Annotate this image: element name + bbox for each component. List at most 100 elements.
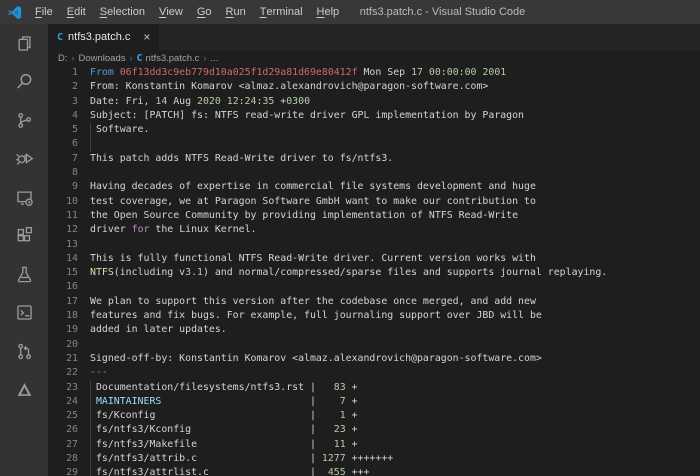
breadcrumb-item[interactable]: Cntfs3.patch.c [137, 53, 200, 64]
code-line[interactable]: 10 test coverage, we at Paragon Software … [48, 195, 700, 209]
code-line[interactable]: 17We plan to support this version after … [48, 295, 700, 309]
remote-explorer-icon[interactable] [0, 178, 48, 217]
code-text: driver for the Linux Kernel. [90, 223, 256, 237]
line-number: 24 [48, 395, 78, 409]
line-number: 1 [48, 66, 78, 80]
code-text: This is fully functional NTFS Read-Write… [90, 252, 536, 266]
menu-view[interactable]: View [152, 0, 190, 24]
code-line[interactable]: 1 From 06f13dd3c9eb779d10a025f1d29a81d69e… [48, 66, 700, 80]
code-line[interactable]: 18features and fix bugs. For example, fu… [48, 309, 700, 323]
code-line[interactable]: 2From: Konstantin Komarov <almaz.alexand… [48, 80, 700, 94]
line-number: 10 [48, 195, 78, 209]
menu-terminal[interactable]: Terminal [253, 0, 310, 24]
line-number: 26 [48, 423, 78, 437]
terminal-icon[interactable] [0, 294, 48, 333]
code-line[interactable]: 28 fs/ntfs3/attrib.c | 1277 +++++++ [48, 452, 700, 466]
code-line[interactable]: 6 [48, 137, 700, 151]
code-line[interactable]: 20 [48, 338, 700, 352]
code-text: MAINTAINERS | 7 + [90, 395, 358, 409]
code-text: fs/Kconfig | 1 + [90, 409, 358, 423]
tab-ntfs3-patch-c[interactable]: C ntfs3.patch.c × [48, 24, 160, 50]
line-number: 3 [48, 95, 78, 109]
menu-help[interactable]: Help [310, 0, 347, 24]
git-graph-icon[interactable] [0, 332, 48, 371]
menu-selection[interactable]: Selection [93, 0, 152, 24]
code-text: Signed-off-by: Konstantin Komarov <almaz… [90, 352, 542, 366]
breadcrumb: D:›Downloads›Cntfs3.patch.c›... [48, 50, 700, 66]
code-text: Subject: [PATCH] fs: NTFS read-write dri… [90, 109, 524, 123]
line-number: 27 [48, 438, 78, 452]
line-number: 9 [48, 180, 78, 194]
code-text: fs/ntfs3/Makefile | 11 + [90, 438, 358, 452]
activity-bar [0, 24, 48, 476]
tab-label: ntfs3.patch.c [68, 31, 130, 43]
line-number: 20 [48, 338, 78, 352]
c-language-icon: C [137, 53, 143, 64]
code-line[interactable]: 14 This is fully functional NTFS Read-Wri… [48, 252, 700, 266]
code-line[interactable]: 3 Date: Fri, 14 Aug 2020 12:24:35 +0300 [48, 95, 700, 109]
testing-beaker-icon[interactable] [0, 255, 48, 294]
code-text: From: Konstantin Komarov <almaz.alexandr… [90, 80, 488, 94]
breadcrumb-item[interactable]: D: [58, 53, 68, 64]
code-text: Date: Fri, 14 Aug 2020 12:24:35 +0300 [90, 95, 310, 109]
line-number: 15 [48, 266, 78, 280]
breadcrumb-item[interactable]: ... [210, 53, 218, 64]
line-number: 22 [48, 366, 78, 380]
code-line[interactable]: 19 added in later updates. [48, 323, 700, 337]
extensions-icon[interactable] [0, 217, 48, 256]
code-line[interactable]: 11the Open Source Community by providing… [48, 209, 700, 223]
code-line[interactable]: 22--- [48, 366, 700, 380]
code-text: added in later updates. [90, 323, 227, 337]
chevron-right-icon: › [72, 53, 75, 63]
chevron-right-icon: › [203, 53, 206, 63]
indent-guide [90, 381, 91, 476]
code-text: Software. [90, 123, 149, 137]
azure-icon[interactable] [0, 371, 48, 410]
line-number: 28 [48, 452, 78, 466]
source-control-icon[interactable] [0, 101, 48, 140]
menu-file[interactable]: File [28, 0, 60, 24]
code-line[interactable]: 5 Software. [48, 123, 700, 137]
line-number: 16 [48, 280, 78, 294]
code-text: Having decades of expertise in commercia… [90, 180, 536, 194]
line-number: 17 [48, 295, 78, 309]
code-line[interactable]: 16 [48, 280, 700, 294]
line-number: 19 [48, 323, 78, 337]
vscode-logo-icon [0, 5, 28, 20]
menu-bar: FileEditSelectionViewGoRunTerminalHelp [28, 0, 346, 24]
breadcrumb-item[interactable]: Downloads [79, 53, 126, 64]
code-line[interactable]: 8 [48, 166, 700, 180]
code-line[interactable]: 24 MAINTAINERS | 7 + [48, 395, 700, 409]
code-line[interactable]: 12driver for the Linux Kernel. [48, 223, 700, 237]
search-icon[interactable] [0, 63, 48, 102]
code-line[interactable]: 26 fs/ntfs3/Kconfig | 23 + [48, 423, 700, 437]
line-number: 14 [48, 252, 78, 266]
line-number: 29 [48, 466, 78, 476]
code-line[interactable]: 13 [48, 238, 700, 252]
code-text: test coverage, we at Paragon Software Gm… [90, 195, 536, 209]
code-line[interactable]: 29 fs/ntfs3/attrlist.c | 455 +++ [48, 466, 700, 476]
code-line[interactable]: 27 fs/ntfs3/Makefile | 11 + [48, 438, 700, 452]
menu-run[interactable]: Run [219, 0, 253, 24]
line-number: 11 [48, 209, 78, 223]
code-line[interactable]: 23 Documentation/filesystems/ntfs3.rst |… [48, 381, 700, 395]
code-line[interactable]: 9 Having decades of expertise in commerci… [48, 180, 700, 194]
code-line[interactable]: 7This patch adds NTFS Read-Write driver … [48, 152, 700, 166]
close-icon[interactable]: × [143, 31, 150, 43]
line-number: 13 [48, 238, 78, 252]
menu-edit[interactable]: Edit [60, 0, 93, 24]
indent-guide [90, 123, 91, 152]
code-line[interactable]: 25 fs/Kconfig | 1 + [48, 409, 700, 423]
code-text: From 06f13dd3c9eb779d10a025f1d29a81d69e8… [90, 66, 506, 80]
run-and-debug-icon[interactable] [0, 140, 48, 179]
line-number: 4 [48, 109, 78, 123]
line-number: 6 [48, 137, 78, 151]
editor[interactable]: 1 From 06f13dd3c9eb779d10a025f1d29a81d69e… [48, 66, 700, 476]
code-line[interactable]: 21Signed-off-by: Konstantin Komarov <alm… [48, 352, 700, 366]
code-line[interactable]: 15NTFS(including v3.1) and normal/compre… [48, 266, 700, 280]
menu-go[interactable]: Go [190, 0, 219, 24]
explorer-icon[interactable] [0, 24, 48, 63]
code-line[interactable]: 4 Subject: [PATCH] fs: NTFS read-write dr… [48, 109, 700, 123]
code-area: 1 From 06f13dd3c9eb779d10a025f1d29a81d69e… [48, 66, 700, 476]
code-text: This patch adds NTFS Read-Write driver t… [90, 152, 393, 166]
